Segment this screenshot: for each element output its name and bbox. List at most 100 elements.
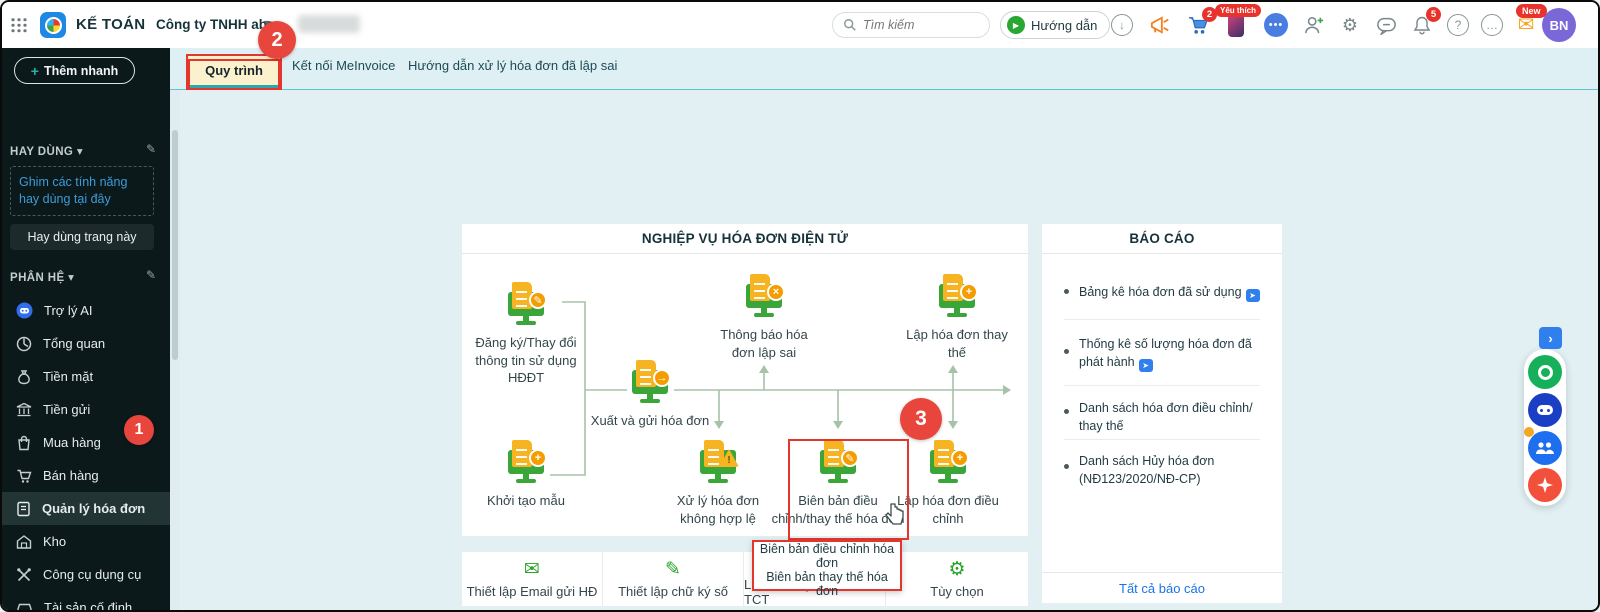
pin-hint-box: Ghim các tính năng hay dùng tại đây (10, 166, 154, 216)
annotation-step-3: 3 (900, 398, 942, 440)
chat-button[interactable]: ••• (1264, 13, 1288, 37)
cross-badge-icon: × (767, 283, 785, 301)
add-user-button[interactable] (1302, 13, 1326, 37)
sidebar-item-kho[interactable]: Kho (2, 525, 170, 558)
redacted-text (298, 15, 360, 33)
whats-new-button[interactable]: New ✉ (1514, 13, 1538, 37)
person-plus-icon (1303, 15, 1325, 35)
plus-badge-icon: + (529, 449, 547, 467)
app-title: KẾ TOÁN (76, 16, 145, 33)
invoice-adjust-icon: + (924, 440, 972, 486)
invoice-doc-icon (16, 501, 31, 517)
tools-icon (16, 567, 32, 583)
guide-button[interactable]: ▶ Hướng dẫn (1000, 11, 1110, 39)
quick-add-button[interactable]: + Thêm nhanh (14, 57, 135, 84)
annotation-step-1: 1 (124, 415, 154, 445)
sidebar-item-tai-san-co-dinh[interactable]: Tài sản cố định (2, 591, 170, 612)
node-xu-ly-hoa-don-khong-hop-le[interactable]: ! Xử lý hóa đơn không hợp lệ (662, 440, 774, 527)
plus-badge-icon: + (960, 283, 978, 301)
invoice-register-icon: ✎ (502, 282, 550, 328)
report-bang-ke[interactable]: Bảng kê hóa đơn đã sử dụng➤ (1064, 283, 1264, 302)
sidebar-item-ban-hang[interactable]: Bán hàng (2, 459, 170, 492)
warehouse-icon (16, 534, 32, 550)
bank-icon (16, 402, 32, 418)
menu-item-bien-ban-dieu-chinh[interactable]: Biên bản điều chỉnh hóa đơn (754, 542, 900, 570)
mail-icon: ✉ (1518, 15, 1535, 35)
play-icon: ▶ (1007, 16, 1025, 34)
section-phan-he[interactable]: PHÂN HỆ ▾ (10, 270, 74, 284)
node-lap-hoa-don-thay-the[interactable]: + Lập hóa đơn thay thế (897, 274, 1017, 361)
cursor-hand-icon (884, 502, 904, 526)
node-xuat-va-gui-hoa-don[interactable]: → Xuất và gửi hóa đơn (570, 360, 730, 430)
people-icon (1535, 441, 1555, 455)
node-thong-bao-hoa-don-lap-sai[interactable]: × Thông báo hóa đơn lập sai (708, 274, 820, 361)
search-input[interactable] (863, 18, 973, 32)
sidebar-item-tien-mat[interactable]: Tiền mặt (2, 360, 170, 393)
top-bar: KẾ TOÁN Công ty TNHH abc ▾ ▶ Hướng dẫn ↓ (2, 2, 1600, 48)
notification-dot (1524, 427, 1534, 437)
search-icon (843, 18, 857, 32)
shopping-bag-icon (16, 435, 32, 451)
panel-expand-button[interactable]: › (1539, 327, 1562, 349)
sparkle-button[interactable] (1528, 468, 1562, 502)
ai-bot-button[interactable] (1528, 393, 1562, 427)
invoice-replace-icon: + (933, 274, 981, 320)
notifications-button[interactable]: 5 (1410, 13, 1434, 37)
section-hay-dung[interactable]: HAY DÙNG ▾ (10, 144, 83, 158)
sidebar-scrollbar[interactable] (170, 90, 180, 612)
announcement-button[interactable] (1148, 13, 1172, 37)
menu-item-bien-ban-thay-the[interactable]: Biên bản thay thế hóa đơn (754, 570, 900, 598)
gear-icon: ⚙ (948, 560, 965, 579)
sparkle-icon (1537, 477, 1553, 493)
chat-ring-icon (1538, 365, 1553, 380)
help-button[interactable]: ? (1446, 13, 1470, 37)
reports-title: BÁO CÁO (1042, 224, 1282, 254)
download-icon: ↓ (1111, 14, 1133, 36)
robot-icon (1537, 405, 1553, 415)
sidebar-item-tro-ly-ai[interactable]: Trợ lý AI (2, 294, 170, 327)
app-window: KẾ TOÁN Công ty TNHH abc ▾ ▶ Hướng dẫn ↓ (0, 0, 1600, 612)
chat-bubble-icon: ••• (1264, 13, 1288, 37)
money-bag-icon (16, 369, 32, 385)
action-thiet-lap-email[interactable]: ✉ Thiết lập Email gửi HĐ (462, 552, 603, 606)
cart-button[interactable]: 2 (1186, 13, 1210, 37)
signature-pen-icon: ✎ (665, 560, 681, 579)
sell-cart-icon (16, 468, 32, 484)
sidebar-item-tong-quan[interactable]: Tổng quan (2, 327, 170, 360)
tab-ket-noi-meinvoice[interactable]: Kết nối MeInvoice (292, 58, 395, 73)
invoice-notice-icon: × (740, 274, 788, 320)
ai-assistant-icon (16, 302, 33, 319)
node-khoi-tao-mau[interactable]: + Khởi tạo mẫu (466, 440, 586, 510)
company-selector[interactable]: Công ty TNHH abc (156, 17, 275, 32)
edit-icon[interactable]: ✎ (146, 142, 156, 156)
action-tuy-chon[interactable]: ⚙ Tùy chọn (886, 552, 1028, 606)
bien-ban-dropdown: Biên bản điều chỉnh hóa đơn Biên bản tha… (752, 540, 902, 591)
settings-button[interactable]: ⚙ (1338, 13, 1362, 37)
frequent-page-button[interactable]: Hay dùng trang này (10, 224, 154, 250)
sidebar-item-cong-cu-dung-cu[interactable]: Công cụ dụng cụ (2, 558, 170, 591)
download-button[interactable]: ↓ (1110, 13, 1134, 37)
app-logo-icon[interactable] (40, 12, 66, 38)
car-icon (16, 600, 33, 612)
favorites-button[interactable]: Yêu thích (1224, 13, 1248, 37)
report-danh-sach-huy[interactable]: Danh sách Hủy hóa đơn (NĐ123/2020/NĐ-CP) (1064, 452, 1264, 488)
all-reports-link[interactable]: Tất cả báo cáo (1042, 572, 1282, 603)
feedback-button[interactable] (1374, 13, 1398, 37)
invoice-invalid-icon: ! (694, 440, 742, 486)
more-button[interactable]: … (1480, 13, 1504, 37)
action-thiet-lap-chu-ky-so[interactable]: ✎ Thiết lập chữ ký số (603, 552, 744, 606)
avatar[interactable]: BN (1542, 8, 1576, 42)
app-launcher-icon[interactable] (10, 17, 28, 33)
tab-huong-dan-xu-ly[interactable]: Hướng dẫn xử lý hóa đơn đã lập sai (408, 58, 617, 73)
sidebar-item-quan-ly-hoa-don[interactable]: Quản lý hóa đơn (2, 492, 170, 525)
edit-icon[interactable]: ✎ (146, 268, 156, 282)
search-box[interactable] (832, 12, 990, 38)
report-danh-sach-dieu-chinh[interactable]: Danh sách hóa đơn điều chỉnh/ thay thế (1064, 399, 1264, 435)
report-new-badge-icon: ➤ (1246, 289, 1260, 302)
megaphone-icon (1149, 15, 1171, 35)
guide-button-label: Hướng dẫn (1031, 18, 1097, 33)
report-thong-ke-so-luong[interactable]: Thống kê số lượng hóa đơn đã phát hành➤ (1064, 335, 1264, 372)
support-float-panel (1524, 349, 1566, 506)
community-button[interactable] (1528, 431, 1562, 465)
support-chat-button[interactable] (1528, 355, 1562, 389)
